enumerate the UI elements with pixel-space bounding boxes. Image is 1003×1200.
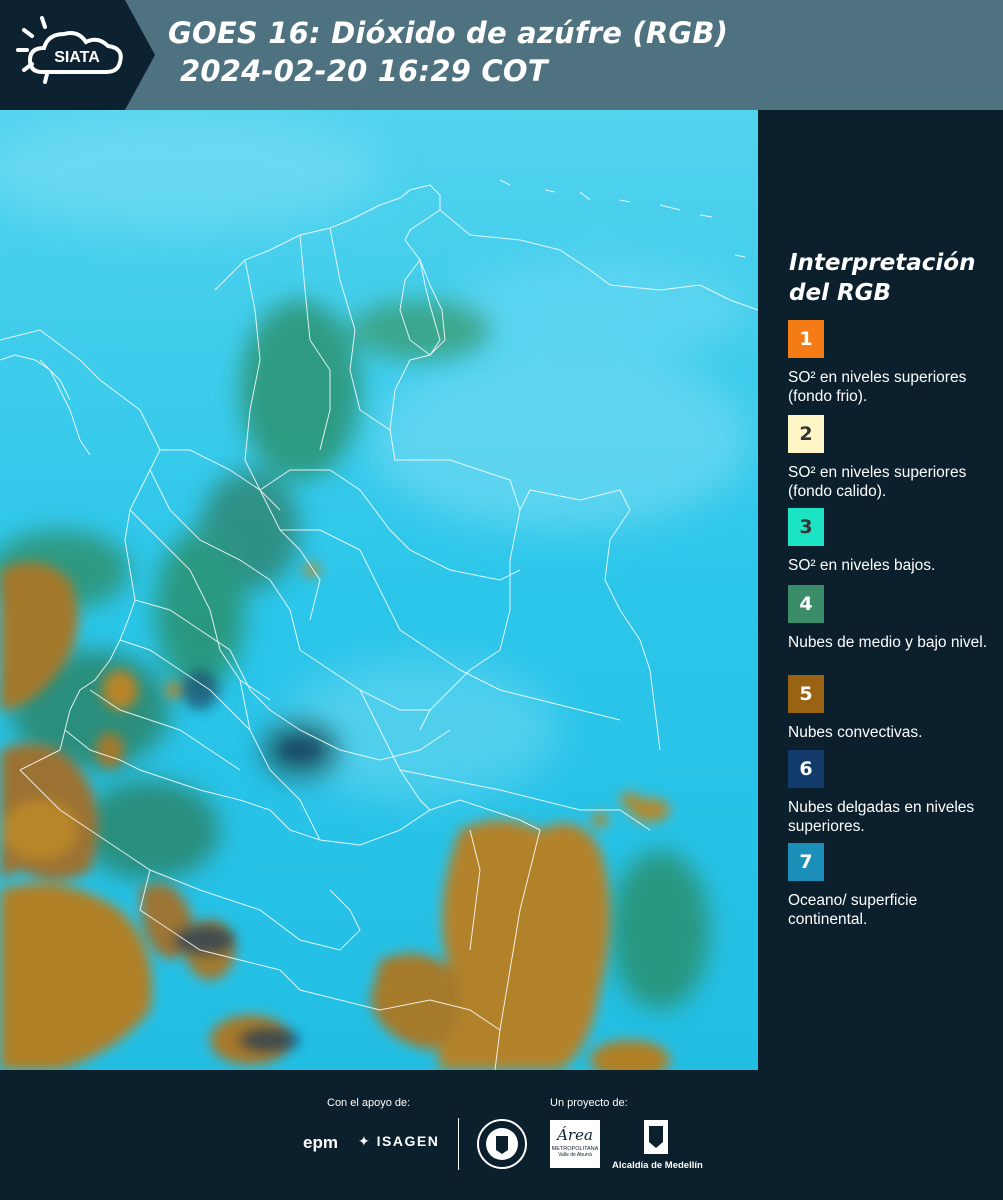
legend-swatch-5: 5 xyxy=(788,675,824,713)
support-label: Con el apoyo de: xyxy=(327,1097,411,1109)
logo-text: SIATA xyxy=(54,49,100,66)
legend-item-7: 7 Oceano/ superficie continental. xyxy=(788,843,998,929)
legend-item-5: 5 Nubes convectivas. xyxy=(788,675,998,742)
legend-text-4: Nubes de medio y bajo nivel. xyxy=(788,634,988,651)
footer-divider xyxy=(458,1118,459,1170)
page-title: GOES 16: Dióxido de azúfre (RGB) xyxy=(168,16,729,50)
legend-panel: Interpretación del RGB 1 SO² en niveles s… xyxy=(758,110,1003,1070)
legend-swatch-3: 3 xyxy=(788,508,824,546)
legend-item-6: 6 Nubes delgadas en niveles superiores. xyxy=(788,750,998,836)
legend-swatch-1: 1 xyxy=(788,320,824,358)
siata-logo: SIATA xyxy=(0,0,155,110)
header-bar: SIATA GOES 16: Dióxido de azúfre (RGB) 2… xyxy=(0,0,1003,110)
legend-text-6: Nubes delgadas en niveles superiores. xyxy=(788,799,975,835)
satellite-map xyxy=(0,110,758,1070)
legend-text-7: Oceano/ superficie continental. xyxy=(788,892,918,928)
alcaldia-label: Alcaldía de Medellín xyxy=(612,1160,703,1171)
alcaldia-shield-icon xyxy=(644,1120,668,1154)
legend-swatch-6: 6 xyxy=(788,750,824,788)
page-timestamp: 2024-02-20 16:29 COT xyxy=(180,54,548,88)
legend-text-5: Nubes convectivas. xyxy=(788,724,923,741)
isagen-star-icon: ✦ xyxy=(358,1133,377,1149)
isagen-logo: ✦ ISAGEN xyxy=(358,1133,440,1149)
legend-item-3: 3 SO² en niveles bajos. xyxy=(788,508,998,575)
legend-title: Interpretación del RGB xyxy=(789,250,976,306)
legend-item-1: 1 SO² en niveles superiores (fondo frio). xyxy=(788,320,998,406)
footer: Con el apoyo de: Un proyecto de: epm ✦ I… xyxy=(0,1070,1003,1200)
legend-text-2: SO² en niveles superiores (fondo calido)… xyxy=(788,464,967,500)
legend-swatch-2: 2 xyxy=(788,415,824,453)
project-label: Un proyecto de: xyxy=(550,1097,628,1109)
legend-text-1: SO² en niveles superiores (fondo frio). xyxy=(788,369,967,405)
legend-text-3: SO² en niveles bajos. xyxy=(788,557,936,574)
medellin-seal-icon xyxy=(477,1119,527,1169)
legend-item-2: 2 SO² en niveles superiores (fondo calido… xyxy=(788,415,998,501)
epm-logo: epm xyxy=(303,1133,338,1152)
legend-swatch-4: 4 xyxy=(788,585,824,623)
legend-swatch-7: 7 xyxy=(788,843,824,881)
legend-item-4: 4 Nubes de medio y bajo nivel. xyxy=(788,585,998,652)
area-metropolitana-logo: Área METROPOLITANA Valle de Aburrá xyxy=(550,1120,600,1168)
